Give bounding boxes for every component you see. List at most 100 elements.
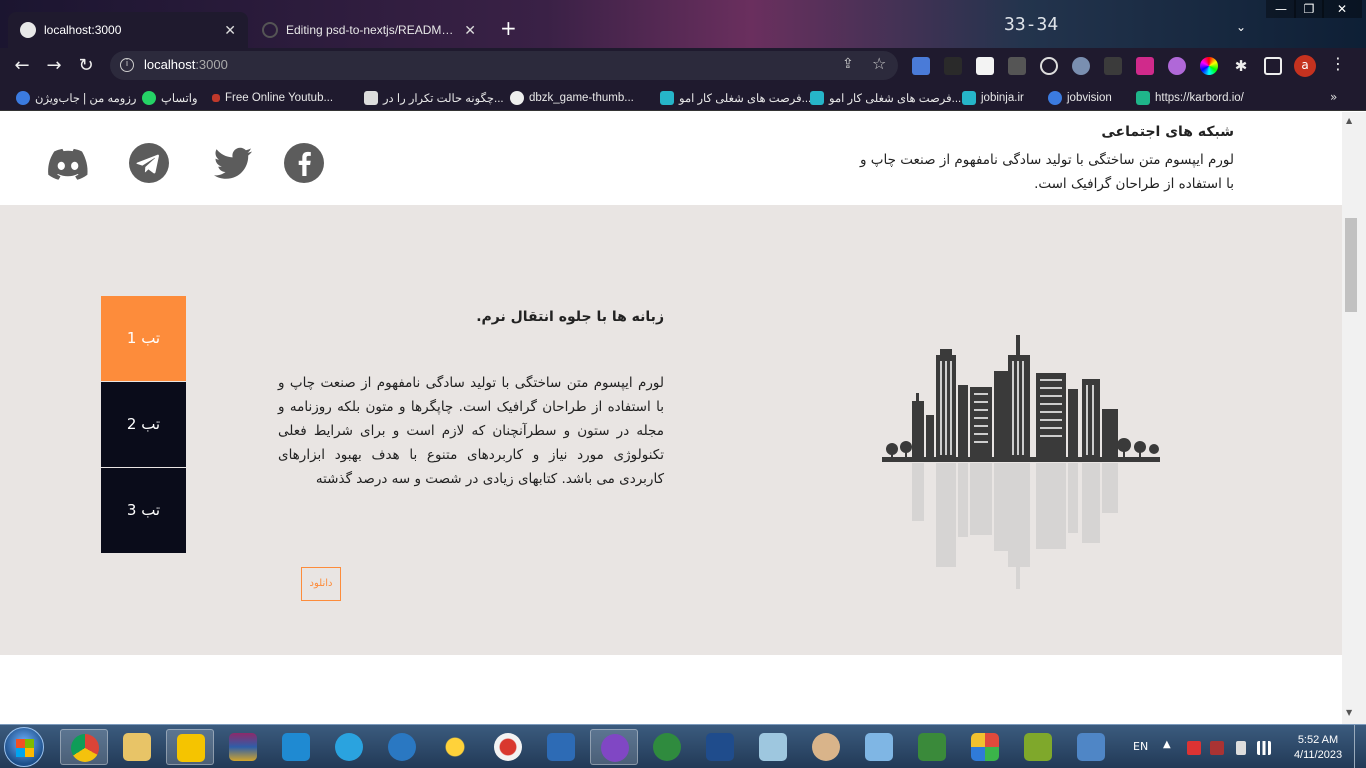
facebook-icon[interactable] — [283, 142, 325, 184]
bookmark-item[interactable]: jobinja.ir — [962, 88, 1024, 108]
scroll-down-arrow[interactable]: ▼ — [1346, 708, 1352, 717]
taskbar-remote-desktop[interactable] — [1067, 729, 1115, 765]
taskbar-veracrypt[interactable] — [378, 729, 426, 765]
minimize-button[interactable]: — — [1266, 0, 1296, 18]
reload-button[interactable]: ↻ — [74, 54, 98, 78]
extension-circle-icon[interactable] — [1040, 57, 1058, 75]
taskbar-android[interactable] — [908, 729, 956, 765]
taskbar-virtualbox[interactable] — [696, 729, 744, 765]
profile-avatar[interactable]: a — [1294, 55, 1316, 77]
discord-icon[interactable] — [47, 142, 89, 184]
taskbar-recorder[interactable] — [484, 729, 532, 765]
globe-icon — [510, 91, 524, 105]
network-icon — [653, 733, 681, 761]
tray-expand-icon[interactable]: ▲ — [1163, 739, 1171, 750]
taskbar-notes[interactable] — [749, 729, 797, 765]
page-scrollbar[interactable]: ▲ ▼ — [1342, 112, 1366, 724]
tray-app-icon[interactable] — [1210, 741, 1224, 755]
extension-grid-icon[interactable] — [1104, 57, 1122, 75]
tab-button-2[interactable]: تب 2 — [101, 382, 186, 467]
close-window-button[interactable]: ✕ — [1322, 0, 1362, 18]
taskbar-github-desktop[interactable] — [590, 729, 638, 765]
bookmark-star-icon[interactable]: ☆ — [872, 54, 886, 73]
extension-se-icon[interactable] — [1008, 57, 1026, 75]
android-icon — [918, 733, 946, 761]
taskbar-weather[interactable] — [431, 729, 479, 765]
chevron-down-icon[interactable]: ⌄ — [1236, 20, 1246, 34]
share-icon[interactable]: ⇪ — [842, 56, 854, 72]
browser-toolbar: ← → ↻ i localhost:3000 ⇪ ☆ ✱ a ⋮ — [0, 48, 1366, 84]
bookmark-item[interactable]: Free Online Youtub... — [212, 88, 333, 108]
taskbar-paint[interactable] — [802, 729, 850, 765]
telegram-icon[interactable] — [128, 142, 170, 184]
puzzle-icon[interactable]: ✱ — [1232, 57, 1250, 75]
city-skyline-illustration — [882, 335, 1160, 589]
clock-date: 4/11/2023 — [1293, 749, 1343, 761]
language-indicator[interactable]: EN — [1133, 740, 1148, 753]
translate-extension-icon[interactable] — [912, 57, 930, 75]
sidepanel-icon[interactable] — [1264, 57, 1282, 75]
veracrypt-icon — [388, 733, 416, 761]
close-icon[interactable]: ✕ — [224, 22, 236, 39]
twitter-icon[interactable] — [212, 142, 254, 184]
bookmark-item[interactable]: چگونه حالت تکرار را در... — [364, 88, 504, 108]
address-bar[interactable]: i localhost:3000 ⇪ ☆ — [110, 51, 898, 80]
menu-kebab-icon[interactable]: ⋮ — [1330, 54, 1346, 73]
info-icon[interactable]: i — [120, 58, 134, 72]
bookmark-item[interactable]: فرصت های شغلی کار امو... — [660, 88, 811, 108]
player-icon — [177, 734, 205, 762]
taskbar-player[interactable] — [166, 729, 214, 765]
box-icon — [865, 733, 893, 761]
github-desktop-icon — [601, 734, 629, 762]
taskbar-explorer[interactable] — [113, 729, 161, 765]
show-desktop-button[interactable] — [1354, 725, 1366, 768]
extension-bubble-icon[interactable] — [1168, 57, 1186, 75]
taskbar-sc[interactable] — [537, 729, 585, 765]
tab-github-readme[interactable]: Editing psd-to-nextjs/README.m ✕ — [250, 12, 488, 48]
extension-b-icon[interactable] — [976, 57, 994, 75]
scroll-up-arrow[interactable]: ▲ — [1346, 116, 1352, 125]
tab-localhost[interactable]: localhost:3000 ✕ — [8, 12, 248, 48]
extension-shield-icon[interactable] — [1072, 57, 1090, 75]
jobvision-icon — [1048, 91, 1062, 105]
volume-icon[interactable] — [1236, 741, 1246, 755]
maximize-button[interactable]: ❐ — [1294, 0, 1324, 18]
taskbar-vscode[interactable] — [272, 729, 320, 765]
tab-button-1[interactable]: تب 1 — [101, 296, 186, 381]
bookmark-item[interactable]: https://karbord.io/ — [1136, 88, 1244, 108]
taskbar-telegram[interactable] — [325, 729, 373, 765]
tray-alert-icon[interactable] — [1187, 741, 1201, 755]
extension-color-icon[interactable] — [1200, 57, 1218, 75]
bookmark-item[interactable]: رزومه من | جاب‌ویژن — [16, 88, 136, 108]
jobinja-icon — [660, 91, 674, 105]
taskbar-git[interactable] — [961, 729, 1009, 765]
bookmark-item[interactable]: فرصت های شغلی کار امو... — [810, 88, 961, 108]
tab-button-3[interactable]: تب 3 — [101, 468, 186, 553]
bookmark-item[interactable]: jobvision — [1048, 88, 1112, 108]
system-clock[interactable]: 5:52 AM 4/11/2023 — [1290, 733, 1346, 763]
taskbar-network[interactable] — [643, 729, 691, 765]
screen-recorder-icon — [494, 733, 522, 761]
close-icon[interactable]: ✕ — [464, 22, 476, 39]
extension-icon[interactable] — [944, 57, 962, 75]
bookmarks-overflow-button[interactable]: » — [1330, 90, 1337, 104]
network-signal-icon[interactable] — [1257, 741, 1271, 755]
bookmark-item[interactable]: dbzk_game-thumb... — [510, 88, 634, 108]
whatsapp-icon — [142, 91, 156, 105]
download-button[interactable]: دانلود — [301, 567, 341, 601]
extension-hash-icon[interactable] — [1136, 57, 1154, 75]
scrollbar-thumb[interactable] — [1345, 218, 1357, 312]
back-button[interactable]: ← — [10, 54, 34, 78]
taskbar-box[interactable] — [855, 729, 903, 765]
jobinja-icon — [810, 91, 824, 105]
file-explorer-icon — [123, 733, 151, 761]
taskbar-lambda[interactable] — [1014, 729, 1062, 765]
youtube-icon — [212, 94, 220, 102]
globe-icon — [20, 22, 36, 38]
start-button[interactable] — [4, 727, 44, 767]
taskbar-chrome[interactable] — [60, 729, 108, 765]
bookmark-item[interactable]: واتساپ — [142, 88, 198, 108]
new-tab-button[interactable]: + — [500, 18, 517, 38]
taskbar-winrar[interactable] — [219, 729, 267, 765]
forward-button[interactable]: → — [42, 54, 66, 78]
